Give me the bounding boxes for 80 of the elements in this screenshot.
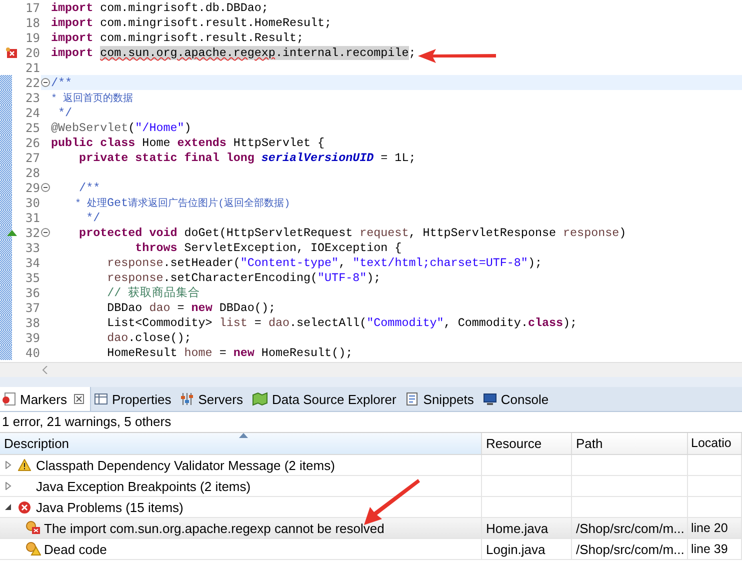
marker-description: The import com.sun.org.apache.regexp cannot be resolved — [44, 520, 384, 536]
path-cell: /Shop/src/com/m... — [576, 542, 684, 556]
line-number: 32 — [24, 226, 40, 240]
code-line: */ — [57, 106, 72, 120]
collapse-icon[interactable] — [40, 228, 50, 237]
view-tab[interactable]: Snippets — [402, 387, 480, 411]
markers-icon — [2, 392, 16, 406]
line-number: 25 — [24, 120, 40, 134]
line-number: 37 — [24, 300, 40, 314]
column-header[interactable]: Description — [0, 433, 482, 454]
line-number: 30 — [24, 196, 40, 210]
marker-description: Classpath Dependency Validator Message (2 items) — [36, 458, 335, 472]
path-cell: /Shop/src/com/m... — [576, 520, 684, 536]
line-number: 31 — [24, 210, 40, 224]
view-tab[interactable]: Console — [480, 387, 555, 411]
marker-description: Java Problems (15 items) — [36, 500, 184, 514]
close-icon[interactable] — [74, 394, 84, 404]
code-line: * 返回首页的数据 — [51, 92, 134, 104]
line-number: 26 — [24, 136, 40, 150]
line-number: 21 — [24, 60, 40, 74]
marker-description: Dead code — [44, 542, 107, 556]
code-line: import com.mingrisoft.result.HomeResult; — [51, 16, 332, 30]
code-line: import com.sun.org.apache.regexp.internal.recompile; — [51, 46, 416, 60]
sort-icon — [239, 433, 248, 438]
line-number: 20 — [24, 46, 40, 60]
line-number: 28 — [24, 166, 40, 180]
code-line: import com.mingrisoft.result.Result; — [51, 30, 304, 44]
location-cell: line 39 — [691, 542, 728, 556]
table-icon — [94, 392, 108, 406]
line-number: 29 — [24, 180, 40, 194]
line-number: 36 — [24, 286, 40, 300]
collapse-icon[interactable] — [40, 78, 50, 87]
sliders-icon — [180, 392, 194, 406]
view-tab[interactable]: Markers — [0, 387, 91, 411]
code-line: // 获取商品集合 — [106, 285, 200, 300]
code-line: import com.mingrisoft.db.DBDao; — [51, 0, 268, 14]
line-number: 38 — [24, 316, 40, 330]
document-icon — [405, 392, 420, 406]
location-cell: line 20 — [691, 521, 728, 535]
marker-description: Java Exception Breakpoints (2 items) — [36, 478, 251, 494]
code-line: List<Commodity> list = dao.selectAll("Commodity", Commodity.class); — [106, 316, 578, 330]
line-number: 34 — [24, 256, 40, 270]
code-line: dao.close(); — [106, 330, 192, 344]
monitor-icon — [482, 392, 497, 406]
line-number: 39 — [24, 330, 40, 344]
code-line: response.setHeader("Content-type", "text/html;charset=UTF-8"); — [106, 256, 542, 270]
column-header[interactable]: Resource — [482, 433, 572, 454]
code-line: DBDao dao = new DBDao(); — [106, 300, 276, 314]
line-number: 35 — [24, 270, 40, 284]
code-line: /** — [78, 180, 100, 194]
code-line: * 处理Get请求返回广告位图片(返回全部数据) — [74, 196, 290, 210]
code-line: protected void doGet(HttpServletRequest request, HttpServletResponse response) — [78, 226, 626, 240]
line-number: 19 — [24, 30, 40, 44]
view-tab[interactable]: Servers — [177, 387, 249, 411]
expander-icon[interactable] — [4, 503, 12, 511]
code-line: HomeResult home = new HomeResult(); — [106, 346, 353, 360]
line-number: 17 — [24, 0, 40, 14]
line-number: 27 — [24, 150, 40, 164]
code-line: private static final long serialVersionUID = 1L; — [78, 150, 416, 164]
line-number: 18 — [24, 16, 40, 30]
code-line: /** — [51, 76, 72, 90]
line-number: 24 — [24, 106, 40, 120]
line-number: 23 — [24, 90, 40, 104]
resource-cell: Home.java — [486, 520, 548, 536]
code-line: response.setCharacterEncoding("UTF-8"); — [106, 270, 381, 284]
marker-summary: 1 error, 21 warnings, 5 others — [1, 413, 172, 431]
column-header[interactable]: Locatio — [688, 433, 742, 454]
column-header[interactable]: Path — [572, 433, 688, 454]
view-tab[interactable]: Data Source Explorer — [249, 387, 402, 411]
line-number: 33 — [24, 240, 40, 254]
code-line: @WebServlet("/Home") — [51, 120, 192, 134]
map-icon — [252, 392, 268, 406]
code-line: public class Home extends HttpServlet { — [51, 136, 325, 150]
code-line: throws ServletException, IOException { — [134, 240, 402, 254]
view-tab[interactable]: Properties — [90, 387, 178, 411]
resource-cell: Login.java — [486, 542, 546, 556]
line-number: 40 — [24, 346, 40, 360]
code-line: */ — [85, 210, 100, 224]
line-number: 22 — [24, 76, 40, 90]
collapse-icon[interactable] — [40, 183, 50, 192]
